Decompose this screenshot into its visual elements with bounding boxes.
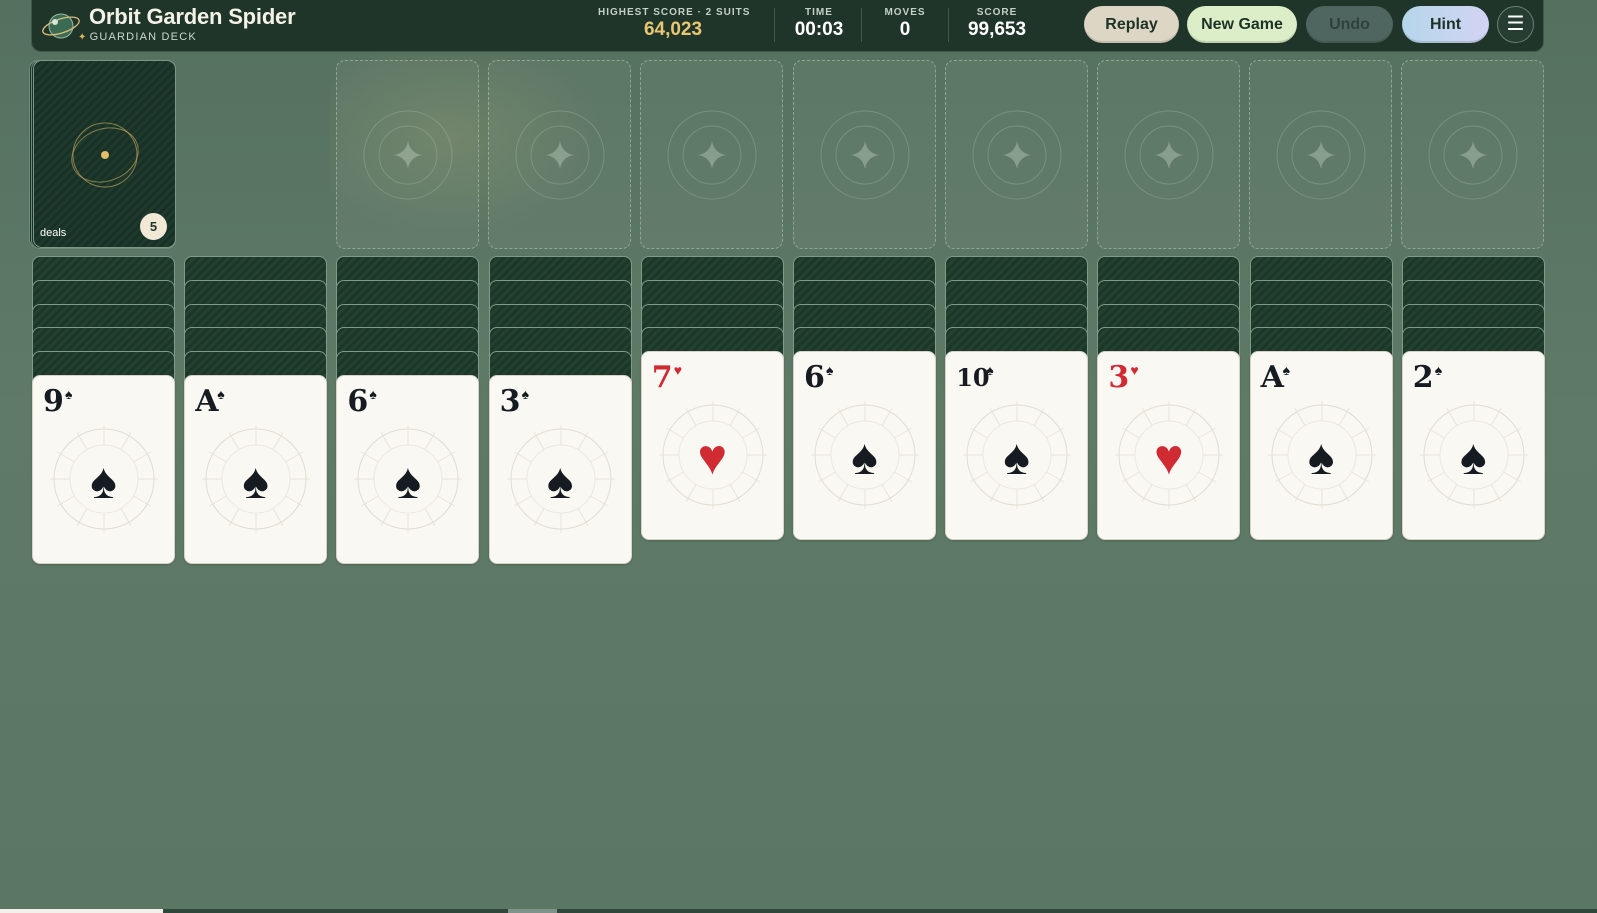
spade-corner-icon: ♠ — [1434, 362, 1443, 379]
face-up-card[interactable]: 3 ♠ ♠ — [488, 375, 632, 564]
four-point-star-icon — [667, 110, 757, 200]
score-value: 99,653 — [967, 19, 1027, 40]
card-rank: A — [195, 384, 219, 419]
best-score-label: HIGHEST SCORE · 2 SUITS — [598, 7, 751, 18]
face-up-card[interactable]: A ♠ ♠ — [1249, 351, 1393, 541]
card-rank: 7 — [651, 360, 673, 396]
spade-pip-icon: ♠ — [1003, 429, 1030, 486]
spade-pip-icon: ♠ — [394, 453, 422, 509]
stat-divider — [948, 8, 949, 42]
spade-pip-icon: ♠ — [1460, 429, 1487, 486]
foundation-slot[interactable] — [488, 60, 632, 249]
hamburger-menu-icon[interactable]: ☰ — [1497, 6, 1534, 43]
face-up-card[interactable]: 3 ♥ ♥ — [1097, 351, 1241, 541]
spade-pip-icon: ♠ — [851, 429, 878, 486]
heart-corner-icon: ♥ — [1130, 362, 1139, 379]
four-point-star-icon — [1124, 110, 1214, 200]
spade-pip-icon: ♠ — [242, 453, 269, 509]
four-point-star-icon — [972, 110, 1062, 200]
bottom-strip-segment — [0, 909, 163, 913]
card-rank: 6 — [347, 384, 369, 419]
moves-stat: MOVES 0 — [870, 7, 940, 41]
four-point-star-icon — [1428, 110, 1518, 200]
spade-corner-icon: ♠ — [986, 362, 994, 379]
orbit-emblem-icon — [71, 122, 139, 188]
stock-pile[interactable]: deals 5 — [33, 60, 176, 248]
hint-button[interactable]: Hint — [1402, 6, 1489, 43]
app-title: Orbit Garden Spider — [89, 4, 296, 29]
heart-corner-icon: ♥ — [673, 362, 683, 379]
foundation-slot[interactable] — [1249, 60, 1393, 249]
score-label: SCORE — [976, 7, 1018, 18]
face-up-card[interactable]: 9 ♠ ♠ — [32, 375, 175, 564]
face-up-card[interactable]: 2 ♠ ♠ — [1401, 351, 1545, 541]
bottom-strip-segment — [508, 909, 557, 913]
spade-corner-icon: ♠ — [826, 362, 834, 379]
spade-pip-icon: ♠ — [90, 453, 117, 509]
best-score-stat: HIGHEST SCORE · 2 SUITS 64,023 — [598, 7, 751, 41]
time-stat: TIME 00:03 — [784, 7, 854, 41]
spade-corner-icon: ♠ — [1282, 362, 1291, 379]
moves-value: 0 — [899, 19, 911, 40]
card-rank: 3 — [1108, 360, 1130, 396]
new-game-button[interactable]: New Game — [1187, 6, 1297, 43]
spade-corner-icon: ♠ — [521, 386, 530, 402]
foundation-slot[interactable] — [1097, 60, 1240, 249]
foundation-slot[interactable] — [336, 60, 479, 249]
deals-label: deals — [40, 227, 67, 239]
foundation-slot[interactable] — [792, 60, 936, 249]
four-point-star-icon — [363, 110, 453, 200]
heart-pip-icon: ♥ — [697, 429, 728, 486]
score-stat: SCORE 99,653 — [952, 7, 1042, 41]
small-star-icon: ✦ — [78, 32, 88, 43]
card-rank: 9 — [43, 384, 64, 419]
face-up-card[interactable]: 6 ♠ ♠ — [793, 351, 936, 541]
face-up-card[interactable]: 6 ♠ ♠ — [336, 375, 480, 564]
deck-name: GUARDIAN DECK — [89, 31, 197, 43]
card-rank: 10 — [956, 363, 990, 393]
foundation-slot[interactable] — [640, 60, 784, 249]
app-subtitle: ✦ GUARDIAN DECK — [78, 31, 197, 43]
stat-divider — [774, 8, 775, 42]
card-rank: A — [1260, 360, 1284, 396]
orbit-logo-icon — [42, 13, 80, 39]
foundation-slot[interactable] — [944, 60, 1088, 249]
time-value: 00:03 — [794, 19, 844, 40]
heart-pip-icon: ♥ — [1154, 429, 1184, 486]
foundation-slot[interactable] — [1401, 60, 1545, 249]
undo-button[interactable]: Undo — [1306, 6, 1393, 43]
four-point-star-icon — [820, 110, 910, 200]
card-rank: 3 — [499, 384, 521, 419]
bottom-edge-strip — [0, 909, 1597, 913]
deals-remaining-badge: 5 — [140, 213, 167, 240]
face-up-card[interactable]: 10 ♠ ♠ — [945, 351, 1089, 541]
spade-corner-icon: ♠ — [217, 386, 225, 402]
card-rank: 6 — [804, 360, 825, 396]
top-bar: Orbit Garden Spider ✦ GUARDIAN DECK HIGHE… — [31, 0, 1544, 52]
face-up-card[interactable]: A ♠ ♠ — [184, 375, 328, 564]
four-point-star-icon — [1276, 110, 1366, 200]
replay-button[interactable]: Replay — [1084, 6, 1179, 43]
spade-corner-icon: ♠ — [65, 386, 73, 402]
time-label: TIME — [805, 7, 833, 18]
card-rank: 2 — [1412, 360, 1434, 396]
spade-pip-icon: ♠ — [546, 453, 574, 509]
best-score-value: 64,023 — [643, 19, 703, 40]
four-point-star-icon — [515, 110, 605, 200]
spade-corner-icon: ♠ — [369, 386, 377, 402]
stat-divider — [861, 8, 862, 42]
moves-label: MOVES — [884, 7, 926, 18]
spade-pip-icon: ♠ — [1307, 429, 1335, 486]
face-up-card[interactable]: 7 ♥ ♥ — [640, 351, 784, 541]
